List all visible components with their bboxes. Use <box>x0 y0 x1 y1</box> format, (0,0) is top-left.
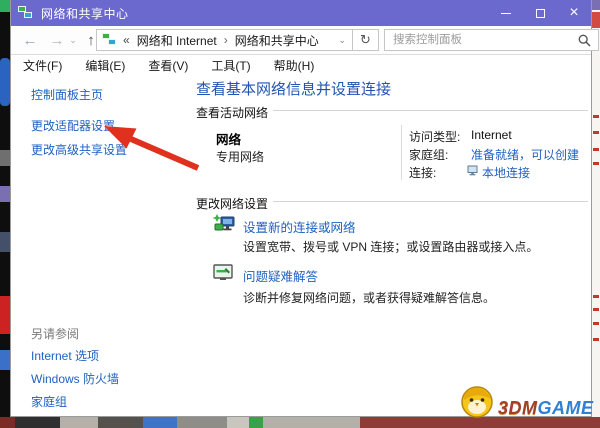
background-fragment <box>592 0 600 10</box>
menu-view[interactable]: 查看(V) <box>137 57 200 74</box>
background-fragment <box>593 308 599 311</box>
new-connection-icon <box>213 214 237 234</box>
breadcrumb-item[interactable]: 网络和共享中心 <box>235 32 319 49</box>
background-fragment <box>177 417 227 428</box>
3dm-mascot-icon <box>458 383 498 419</box>
background-fragment <box>593 295 599 298</box>
background-fragment <box>593 115 599 118</box>
background-fragment <box>0 186 10 202</box>
connections-label: 连接: <box>409 164 436 181</box>
background-fragment <box>593 131 599 134</box>
network-name: 网络 <box>216 129 241 148</box>
setup-new-connection-link[interactable]: 设置新的连接或网络 <box>243 217 356 236</box>
breadcrumb-separator-icon: › <box>224 33 228 47</box>
background-fragment <box>15 417 60 428</box>
background-fragment <box>593 148 599 151</box>
page-title: 查看基本网络信息并设置连接 <box>196 78 391 99</box>
sidebar-item-internet-options[interactable]: Internet 选项 <box>31 347 99 364</box>
background-right-strip <box>592 0 600 428</box>
refresh-button[interactable]: ↻ <box>352 29 379 51</box>
background-fragment <box>593 322 599 325</box>
menu-file[interactable]: 文件(F) <box>11 57 74 74</box>
background-fragment <box>592 12 600 28</box>
local-connection-link[interactable]: 本地连接 <box>482 164 530 181</box>
troubleshoot-icon <box>213 264 233 281</box>
sidebar-item-control-panel-home[interactable]: 控制面板主页 <box>31 86 103 103</box>
breadcrumb-item[interactable]: 网络和 Internet <box>137 32 217 49</box>
sidebar-item-windows-firewall[interactable]: Windows 防火墙 <box>31 370 119 387</box>
background-left-strip <box>0 0 10 428</box>
homegroup-status-link[interactable]: 准备就绪，可以创建 <box>471 146 579 163</box>
background-fragment <box>0 232 10 252</box>
access-type-value: Internet <box>471 128 512 142</box>
network-detail-divider <box>401 125 402 180</box>
back-button[interactable]: ← <box>17 26 43 54</box>
see-also-header: 另请参阅 <box>31 325 79 342</box>
title-bar: 网络和共享中心 × <box>11 0 591 26</box>
network-sharing-center-window: 网络和共享中心 × ← → ⌄ ↑ « 网络和 Internet › 网络和共享… <box>10 0 592 417</box>
setup-new-connection-desc: 设置宽带、拨号或 VPN 连接；或设置路由器或接入点。 <box>243 238 538 255</box>
network-app-icon <box>18 6 33 20</box>
screenshot-root: 网络和共享中心 × ← → ⌄ ↑ « 网络和 Internet › 网络和共享… <box>0 0 600 428</box>
section-divider <box>273 201 588 202</box>
section-divider <box>273 110 588 111</box>
homegroup-label: 家庭组: <box>409 146 448 163</box>
address-bar[interactable]: « 网络和 Internet › 网络和共享中心 ⌄ <box>96 29 353 51</box>
background-fragment <box>263 417 360 428</box>
change-settings-section-header: 更改网络设置 <box>196 195 268 212</box>
background-fragment <box>0 296 10 334</box>
menu-tools[interactable]: 工具(T) <box>200 57 262 74</box>
ethernet-icon <box>467 165 478 176</box>
history-dropdown-icon[interactable]: ⌄ <box>67 26 79 54</box>
active-networks-section-header: 查看活动网络 <box>196 104 268 121</box>
navigation-toolbar: ← → ⌄ ↑ « 网络和 Internet › 网络和共享中心 ⌄ ↻ <box>11 26 591 55</box>
watermark-game: GAME <box>538 398 594 418</box>
background-fragment <box>0 0 10 12</box>
background-fragment <box>0 417 15 428</box>
search-box <box>384 29 599 51</box>
sidebar-item-homegroup[interactable]: 家庭组 <box>31 393 67 410</box>
background-fragment <box>0 150 10 166</box>
background-fragment <box>593 162 599 165</box>
search-input[interactable] <box>385 30 598 50</box>
window-title: 网络和共享中心 <box>41 5 129 22</box>
sidebar-item-advanced-sharing[interactable]: 更改高级共享设置 <box>31 141 127 158</box>
troubleshoot-link[interactable]: 问题疑难解答 <box>243 266 318 285</box>
maximize-button[interactable] <box>523 0 557 26</box>
troubleshoot-desc: 诊断并修复网络问题，或者获得疑难解答信息。 <box>243 289 495 306</box>
background-fragment <box>0 58 10 106</box>
search-icon[interactable] <box>578 34 591 47</box>
close-button[interactable]: × <box>557 0 591 26</box>
minimize-button[interactable] <box>489 0 523 26</box>
background-fragment <box>60 417 98 428</box>
breadcrumb-overflow-icon[interactable]: « <box>123 33 130 47</box>
access-type-label: 访问类型: <box>409 128 460 145</box>
background-fragment <box>593 338 599 341</box>
watermark-3dm: 3DM <box>498 398 538 418</box>
background-fragment <box>0 350 10 370</box>
menu-bar: 文件(F) 编辑(E) 查看(V) 工具(T) 帮助(H) <box>11 55 591 75</box>
sidebar-item-change-adapter-settings[interactable]: 更改适配器设置 <box>31 117 115 134</box>
background-fragment <box>143 417 177 428</box>
menu-edit[interactable]: 编辑(E) <box>74 57 137 74</box>
forward-button[interactable]: → <box>45 26 69 54</box>
watermark-text: 3DMGAME <box>498 399 594 419</box>
menu-help[interactable]: 帮助(H) <box>263 57 327 74</box>
background-fragment <box>227 417 249 428</box>
background-fragment <box>249 417 263 428</box>
background-fragment <box>98 417 143 428</box>
watermark: 3DMGAME <box>458 383 594 419</box>
address-dropdown-icon[interactable]: ⌄ <box>338 35 346 46</box>
network-type: 专用网络 <box>216 148 264 165</box>
network-location-icon <box>102 33 117 47</box>
